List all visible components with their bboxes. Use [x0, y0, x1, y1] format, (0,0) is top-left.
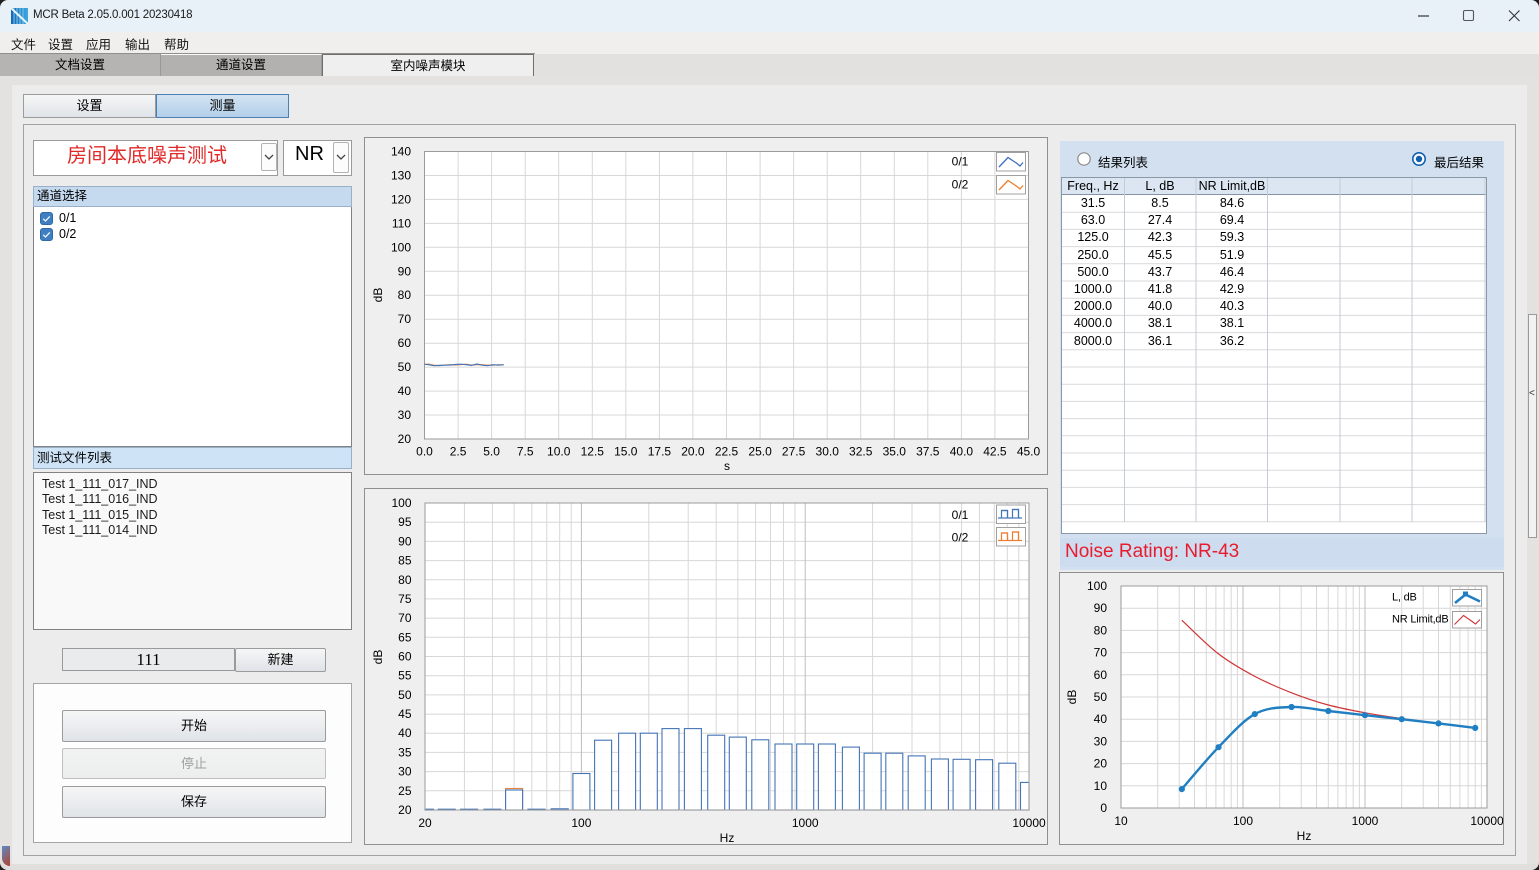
- svg-text:70: 70: [398, 611, 412, 625]
- svg-text:10: 10: [1094, 779, 1108, 793]
- svg-text:60: 60: [398, 650, 412, 664]
- svg-text:42.5: 42.5: [983, 445, 1007, 459]
- svg-text:60: 60: [398, 336, 412, 350]
- svg-text:20: 20: [1094, 757, 1108, 771]
- svg-text:75: 75: [398, 592, 412, 606]
- svg-text:20: 20: [398, 803, 412, 817]
- svg-text:10: 10: [1114, 814, 1128, 828]
- svg-text:32.5: 32.5: [849, 445, 873, 459]
- svg-text:0/2: 0/2: [952, 531, 969, 545]
- svg-text:140: 140: [391, 145, 411, 159]
- svg-text:120: 120: [391, 192, 411, 206]
- svg-text:40.0: 40.0: [950, 445, 974, 459]
- svg-text:35: 35: [398, 745, 412, 759]
- svg-text:30.0: 30.0: [816, 445, 840, 459]
- svg-text:90: 90: [398, 534, 412, 548]
- svg-text:80: 80: [1094, 623, 1108, 637]
- svg-text:15.0: 15.0: [614, 445, 638, 459]
- svg-text:20: 20: [418, 816, 432, 830]
- svg-text:55: 55: [398, 669, 412, 683]
- svg-text:10000: 10000: [1012, 816, 1046, 830]
- svg-text:37.5: 37.5: [916, 445, 940, 459]
- svg-text:130: 130: [391, 169, 411, 183]
- svg-text:NR Limit,dB: NR Limit,dB: [1392, 614, 1448, 626]
- svg-text:1000: 1000: [1352, 814, 1379, 828]
- svg-text:5.0: 5.0: [483, 445, 500, 459]
- svg-text:0: 0: [1100, 801, 1107, 815]
- svg-text:12.5: 12.5: [581, 445, 605, 459]
- svg-text:dB: dB: [371, 650, 385, 665]
- svg-text:2.5: 2.5: [450, 445, 467, 459]
- svg-text:25.0: 25.0: [748, 445, 772, 459]
- svg-text:80: 80: [398, 288, 412, 302]
- svg-text:100: 100: [391, 496, 411, 510]
- svg-text:0/1: 0/1: [952, 155, 969, 169]
- svg-text:80: 80: [398, 573, 412, 587]
- svg-text:7.5: 7.5: [517, 445, 534, 459]
- svg-text:90: 90: [1094, 601, 1108, 615]
- svg-text:30: 30: [398, 408, 412, 422]
- svg-text:25: 25: [398, 784, 412, 798]
- svg-text:110: 110: [392, 216, 411, 230]
- svg-text:35.0: 35.0: [883, 445, 907, 459]
- svg-text:100: 100: [1233, 814, 1253, 828]
- svg-text:90: 90: [398, 264, 412, 278]
- svg-text:1000: 1000: [792, 816, 819, 830]
- svg-text:s: s: [724, 459, 730, 473]
- svg-text:17.5: 17.5: [648, 445, 672, 459]
- svg-text:10000: 10000: [1470, 814, 1504, 828]
- svg-text:20.0: 20.0: [681, 445, 705, 459]
- svg-text:45.0: 45.0: [1017, 445, 1041, 459]
- svg-text:22.5: 22.5: [715, 445, 739, 459]
- svg-text:85: 85: [398, 554, 412, 568]
- svg-text:0/1: 0/1: [952, 508, 969, 522]
- svg-text:0.0: 0.0: [416, 445, 433, 459]
- svg-text:45: 45: [398, 707, 412, 721]
- svg-text:70: 70: [1094, 646, 1108, 660]
- svg-text:70: 70: [398, 312, 412, 326]
- svg-text:Hz: Hz: [1297, 829, 1312, 843]
- svg-text:50: 50: [398, 688, 412, 702]
- svg-text:20: 20: [398, 432, 412, 446]
- svg-text:40: 40: [398, 384, 412, 398]
- svg-text:27.5: 27.5: [782, 445, 806, 459]
- svg-text:10.0: 10.0: [547, 445, 571, 459]
- svg-text:40: 40: [1094, 712, 1108, 726]
- svg-text:100: 100: [391, 240, 411, 254]
- svg-text:100: 100: [571, 816, 591, 830]
- svg-text:60: 60: [1094, 668, 1108, 682]
- svg-text:95: 95: [398, 515, 412, 529]
- svg-text:50: 50: [398, 360, 412, 374]
- svg-text:Hz: Hz: [720, 831, 735, 845]
- svg-text:L, dB: L, dB: [1392, 592, 1417, 604]
- svg-text:40: 40: [398, 726, 412, 740]
- svg-text:dB: dB: [1065, 690, 1079, 705]
- svg-text:65: 65: [398, 630, 412, 644]
- svg-text:30: 30: [398, 765, 412, 779]
- svg-text:dB: dB: [371, 288, 385, 303]
- svg-text:0/2: 0/2: [952, 178, 969, 192]
- svg-text:100: 100: [1087, 579, 1107, 593]
- svg-text:30: 30: [1094, 734, 1108, 748]
- svg-text:50: 50: [1094, 690, 1108, 704]
